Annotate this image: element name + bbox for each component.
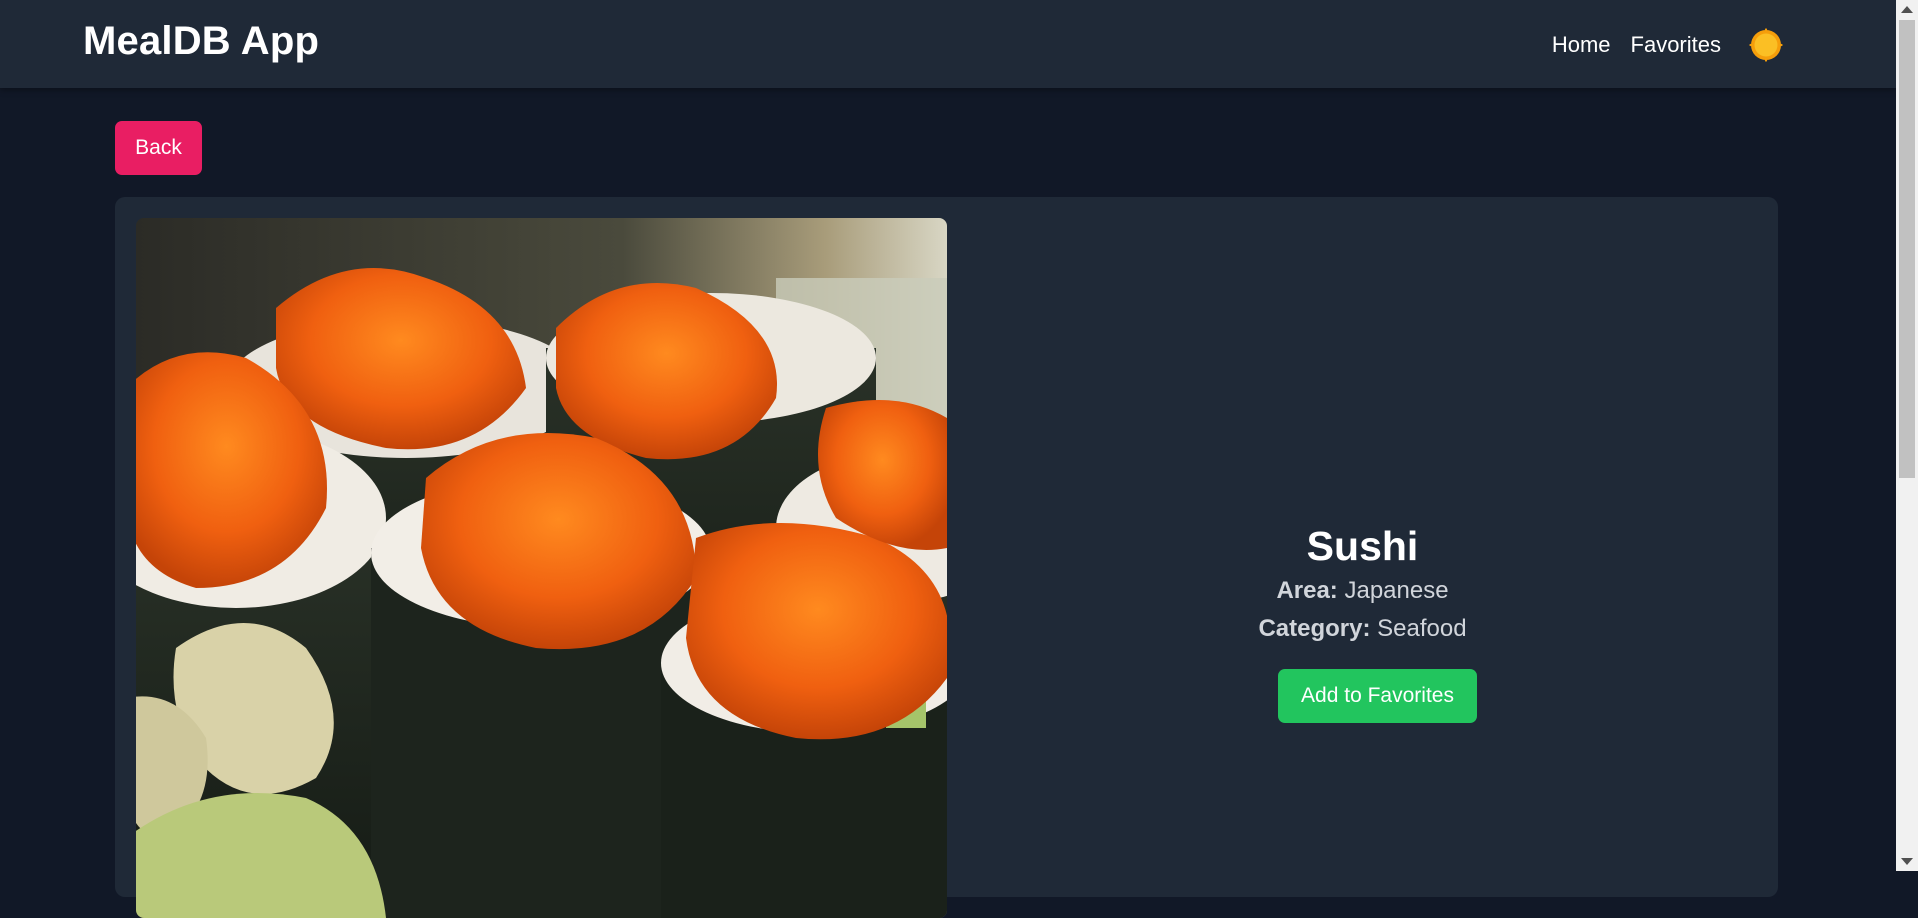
category-value: Seafood	[1377, 615, 1467, 642]
category-label: Category:	[1258, 615, 1371, 642]
nav-link-home[interactable]: Home	[1552, 32, 1611, 58]
meal-details: Sushi Area: Japanese Category: Seafood A…	[947, 197, 1778, 897]
meal-photo	[136, 218, 947, 918]
nav-link-favorites[interactable]: Favorites	[1631, 32, 1721, 58]
scroll-up-arrow-icon[interactable]	[1901, 6, 1913, 13]
scroll-thumb[interactable]	[1899, 20, 1915, 478]
page-scrollbar[interactable]	[1896, 0, 1918, 871]
theme-toggle-button[interactable]	[1749, 28, 1783, 62]
scroll-down-arrow-icon[interactable]	[1901, 858, 1913, 865]
meal-detail-card: Sushi Area: Japanese Category: Seafood A…	[115, 197, 1778, 918]
meal-category: Category: Seafood	[947, 615, 1778, 643]
meal-title: Sushi	[1306, 523, 1419, 569]
meal-image	[136, 218, 947, 918]
nav-links: Home Favorites	[1552, 28, 1783, 62]
area-label: Area:	[1276, 577, 1338, 604]
top-navbar: MealDB App Home Favorites	[0, 0, 1896, 88]
sun-icon	[1749, 28, 1783, 62]
add-to-favorites-button[interactable]: Add to Favorites	[1278, 669, 1477, 723]
meal-area: Area: Japanese	[947, 577, 1778, 605]
app-brand[interactable]: MealDB App	[83, 19, 319, 64]
area-value: Japanese	[1344, 577, 1449, 604]
back-button[interactable]: Back	[115, 121, 202, 175]
